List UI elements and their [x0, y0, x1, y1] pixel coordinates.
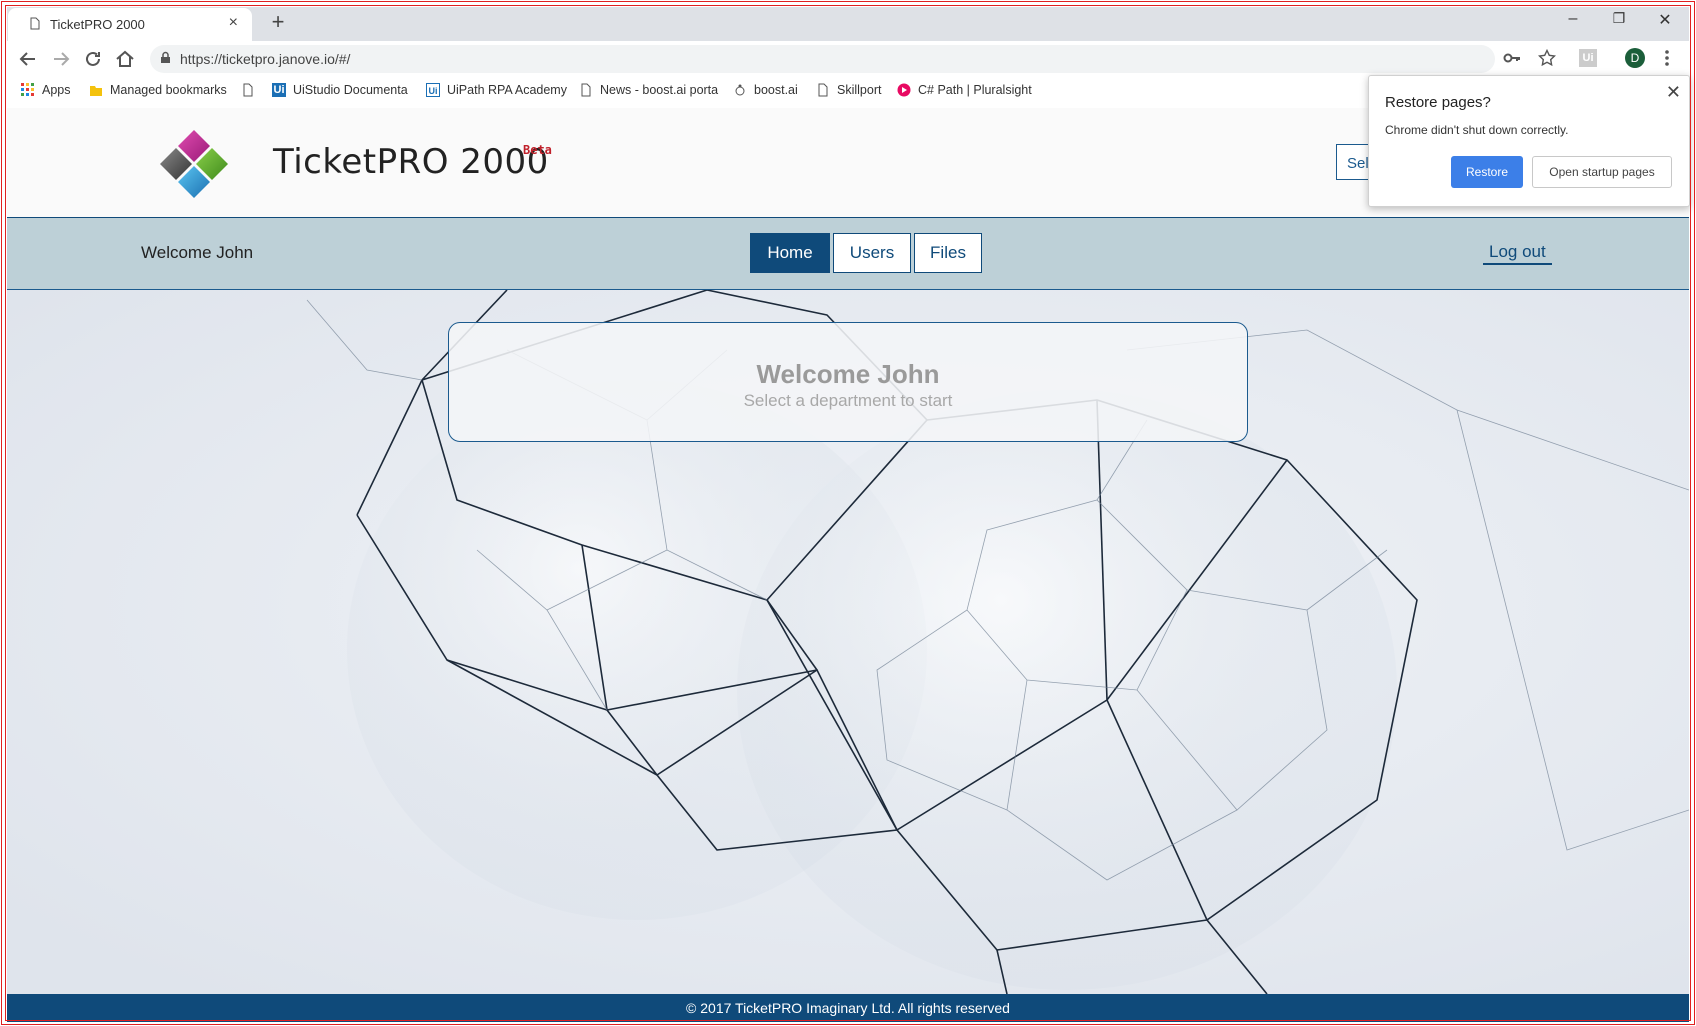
tab-title: TicketPRO 2000 — [50, 17, 145, 32]
page-icon — [30, 17, 40, 30]
new-tab-button[interactable]: + — [268, 9, 288, 35]
lock-icon[interactable] — [160, 51, 171, 67]
welcome-card-title: Welcome John — [756, 359, 940, 389]
bookmark-uipath-academy[interactable]: Ui UiPath RPA Academy — [426, 83, 567, 97]
welcome-card: Welcome John Select a department to star… — [448, 322, 1248, 442]
ticketpro-logo — [160, 130, 228, 198]
browser-tab[interactable]: TicketPRO 2000 × — [8, 8, 252, 42]
tab-files[interactable]: Files — [914, 233, 982, 273]
boost-icon — [735, 84, 745, 96]
tab-users[interactable]: Users — [833, 233, 911, 273]
bookmark-page[interactable] — [241, 83, 255, 97]
open-startup-pages-button[interactable]: Open startup pages — [1532, 156, 1672, 188]
page-icon — [581, 83, 591, 97]
beta-badge: Beta — [523, 143, 552, 157]
bookmark-label: Skillport — [837, 83, 882, 97]
close-icon[interactable]: ✕ — [1666, 82, 1681, 103]
bookmark-pluralsight[interactable]: C# Path | Pluralsight — [897, 83, 1032, 97]
pluralsight-icon — [897, 83, 911, 97]
folder-icon — [90, 86, 102, 96]
tab-home[interactable]: Home — [750, 233, 830, 273]
apps-grid-icon — [21, 83, 34, 96]
forward-icon[interactable] — [49, 47, 73, 71]
bookmark-skillport[interactable]: Skillport — [816, 83, 881, 97]
bookmark-label: UiPath RPA Academy — [447, 83, 567, 97]
brand-name: TicketPRO 2000 — [273, 142, 549, 182]
restore-window-button[interactable]: ❐ — [1604, 10, 1634, 27]
bookmark-label: Managed bookmarks — [110, 83, 227, 97]
menu-icon[interactable] — [1664, 49, 1670, 72]
address-bar[interactable] — [150, 45, 1495, 73]
close-window-button[interactable]: ✕ — [1650, 10, 1680, 30]
uipath-icon: Ui — [272, 83, 286, 97]
reload-icon[interactable] — [81, 47, 105, 71]
bookmark-boost[interactable]: boost.ai — [733, 83, 798, 97]
home-icon[interactable] — [113, 47, 137, 71]
star-icon[interactable] — [1537, 48, 1557, 72]
tab-close-icon[interactable]: × — [229, 14, 238, 32]
minimize-button[interactable]: – — [1558, 10, 1588, 28]
bookmark-apps[interactable]: Apps — [21, 83, 71, 97]
key-icon[interactable] — [1503, 50, 1521, 71]
bookmark-label: News - boost.ai porta — [600, 83, 719, 97]
bookmark-uistudio[interactable]: Ui UiStudio Documenta — [272, 83, 408, 97]
bookmark-label: UiStudio Documenta — [293, 83, 408, 97]
url-text[interactable]: https://ticketpro.janove.io/#/ — [180, 51, 350, 67]
nav-welcome-text: Welcome John — [141, 243, 254, 262]
bookmark-label: boost.ai — [754, 83, 798, 97]
uipath-outline-icon: Ui — [426, 83, 440, 97]
site-footer: © 2017 TicketPRO Imaginary Ltd. All righ… — [7, 994, 1689, 1022]
bookmark-label: C# Path | Pluralsight — [918, 83, 1032, 97]
page-icon — [818, 83, 828, 97]
back-icon[interactable] — [16, 47, 40, 71]
page-icon — [243, 83, 253, 97]
logout-link[interactable]: Log out — [1483, 242, 1552, 265]
bookmark-news-boost[interactable]: News - boost.ai porta — [579, 83, 718, 97]
extension-icon[interactable]: Ui — [1579, 49, 1597, 67]
bookmark-label: Apps — [42, 83, 71, 97]
restore-button[interactable]: Restore — [1451, 156, 1523, 188]
dialog-title: Restore pages? — [1385, 94, 1491, 111]
bookmark-managed[interactable]: Managed bookmarks — [89, 83, 227, 97]
dialog-message: Chrome didn't shut down correctly. — [1385, 123, 1569, 137]
profile-avatar[interactable]: D — [1625, 48, 1645, 68]
welcome-card-subtitle: Select a department to start — [743, 391, 953, 410]
restore-pages-dialog: Restore pages? Chrome didn't shut down c… — [1368, 75, 1690, 207]
tab-strip — [7, 7, 1689, 41]
